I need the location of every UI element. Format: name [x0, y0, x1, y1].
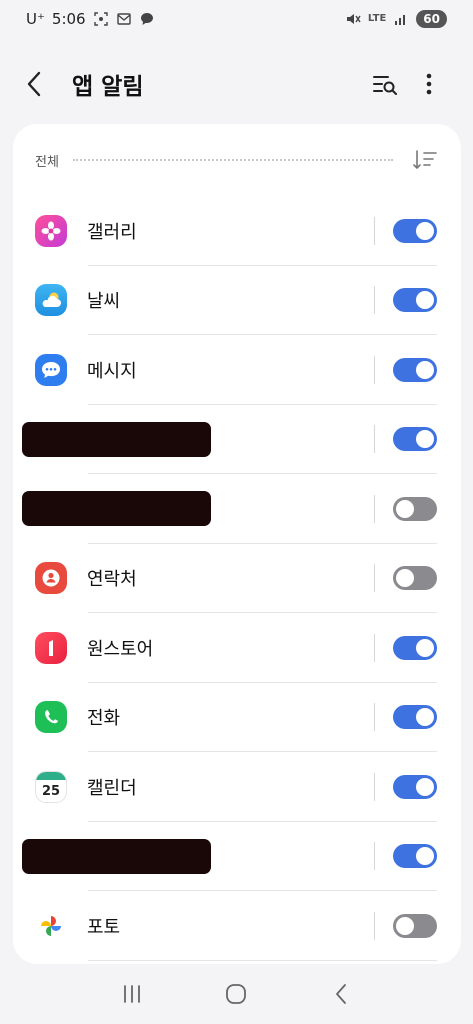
toggle-knob: [416, 847, 434, 866]
more-options-button[interactable]: [407, 62, 451, 106]
search-list-button[interactable]: [363, 62, 407, 106]
calendar-icon: 25: [35, 770, 67, 803]
notification-toggle[interactable]: [393, 218, 437, 243]
back-button[interactable]: [26, 64, 62, 104]
chevron-left-icon: [27, 71, 41, 97]
app-row-redacted[interactable]: [13, 405, 461, 475]
more-vertical-icon: [426, 73, 432, 95]
row-divider: [374, 355, 375, 384]
chat-bubble-icon: [139, 11, 155, 27]
recent-apps-button[interactable]: [108, 970, 156, 1018]
notification-toggle[interactable]: [393, 705, 437, 730]
app-row-onestore[interactable]: 원스토어: [13, 613, 461, 683]
app-row-gallery[interactable]: 갤러리: [13, 196, 461, 266]
notification-toggle[interactable]: [393, 496, 437, 521]
app-name: 메시지: [87, 360, 137, 382]
app-row-photos[interactable]: 포토: [13, 891, 461, 961]
notification-toggle[interactable]: [393, 357, 437, 382]
app-name: 날씨: [87, 291, 121, 313]
calendar-day: 25: [41, 784, 61, 800]
photos-icon: [35, 909, 67, 942]
toggle-knob: [416, 360, 434, 379]
notification-toggle[interactable]: [393, 635, 437, 660]
toggle-knob: [396, 916, 414, 935]
section-header: 전체: [13, 124, 461, 196]
battery-badge: 60: [416, 10, 447, 28]
app-name: 원스토어: [87, 638, 154, 660]
app-row-weather[interactable]: 날씨: [13, 266, 461, 336]
notification-toggle[interactable]: [393, 288, 437, 313]
page-title: 앱 알림: [72, 74, 144, 100]
toggle-knob: [416, 638, 434, 657]
recent-apps-icon: [124, 985, 141, 1003]
toggle-knob: [416, 221, 434, 240]
app-list-card: 전체 갤러리 날씨 메시지 연락처 원스토어 전화 25 캘린더 포토: [13, 124, 461, 964]
notification-toggle[interactable]: [393, 774, 437, 799]
carrier-label: U⁺: [26, 10, 45, 28]
notification-toggle[interactable]: [393, 844, 437, 869]
redacted-block: [22, 838, 211, 874]
toggle-knob: [416, 708, 434, 727]
toggle-knob: [416, 430, 434, 449]
app-row-contacts[interactable]: 연락처: [13, 544, 461, 614]
app-row-phone[interactable]: 전화: [13, 683, 461, 753]
redacted-block: [22, 421, 211, 457]
row-divider: [374, 703, 375, 732]
row-divider: [374, 216, 375, 245]
home-icon: [226, 984, 247, 1004]
weather-icon: [35, 284, 67, 317]
back-nav-button[interactable]: [317, 970, 365, 1018]
messages-icon: [35, 353, 67, 386]
row-divider: [374, 425, 375, 454]
sort-button[interactable]: [409, 144, 441, 176]
row-divider: [374, 633, 375, 662]
clock: 5:06: [51, 10, 86, 28]
app-name: 캘린더: [87, 777, 137, 799]
sort-icon: [413, 150, 437, 169]
notification-toggle[interactable]: [393, 566, 437, 591]
section-divider: [72, 159, 393, 161]
calendar-header: [36, 771, 66, 780]
toggle-knob: [396, 499, 414, 518]
app-row-messages[interactable]: 메시지: [13, 335, 461, 405]
redacted-block: [22, 491, 211, 526]
app-row-redacted[interactable]: [13, 474, 461, 544]
app-name: 연락처: [87, 569, 137, 591]
app-row-calendar[interactable]: 25 캘린더: [13, 752, 461, 822]
back-icon: [335, 984, 346, 1004]
toggle-knob: [416, 291, 434, 310]
screenshot-icon: [93, 11, 109, 27]
app-bar: 앱 알림: [0, 56, 473, 112]
mute-icon: [345, 11, 361, 27]
notification-toggle[interactable]: [393, 913, 437, 938]
row-divider: [374, 494, 375, 523]
gallery-icon: [35, 214, 67, 247]
status-left: U⁺ 5:06: [26, 10, 155, 28]
row-divider: [374, 842, 375, 871]
section-label: 전체: [35, 154, 59, 170]
row-divider: [374, 564, 375, 593]
phone-icon: [35, 701, 67, 734]
notification-toggle[interactable]: [393, 427, 437, 452]
network-type: LTE: [367, 13, 387, 24]
toggle-knob: [416, 777, 434, 796]
app-row-redacted[interactable]: [13, 822, 461, 892]
app-name: 갤러리: [87, 221, 137, 243]
mail-icon: [116, 11, 132, 27]
home-button[interactable]: [212, 970, 260, 1018]
contacts-icon: [35, 562, 67, 595]
row-divider: [374, 772, 375, 801]
status-right: LTE 60: [345, 10, 447, 28]
row-divider: [374, 911, 375, 940]
onestore-icon: [35, 631, 67, 664]
signal-icon: [393, 11, 409, 27]
list-search-icon: [373, 76, 397, 95]
system-nav-bar: [0, 964, 473, 1024]
status-bar: U⁺ 5:06 LTE 60: [0, 0, 473, 38]
app-name: 포토: [87, 916, 121, 938]
toggle-knob: [396, 569, 414, 588]
app-name: 전화: [87, 708, 121, 730]
row-divider: [374, 286, 375, 315]
